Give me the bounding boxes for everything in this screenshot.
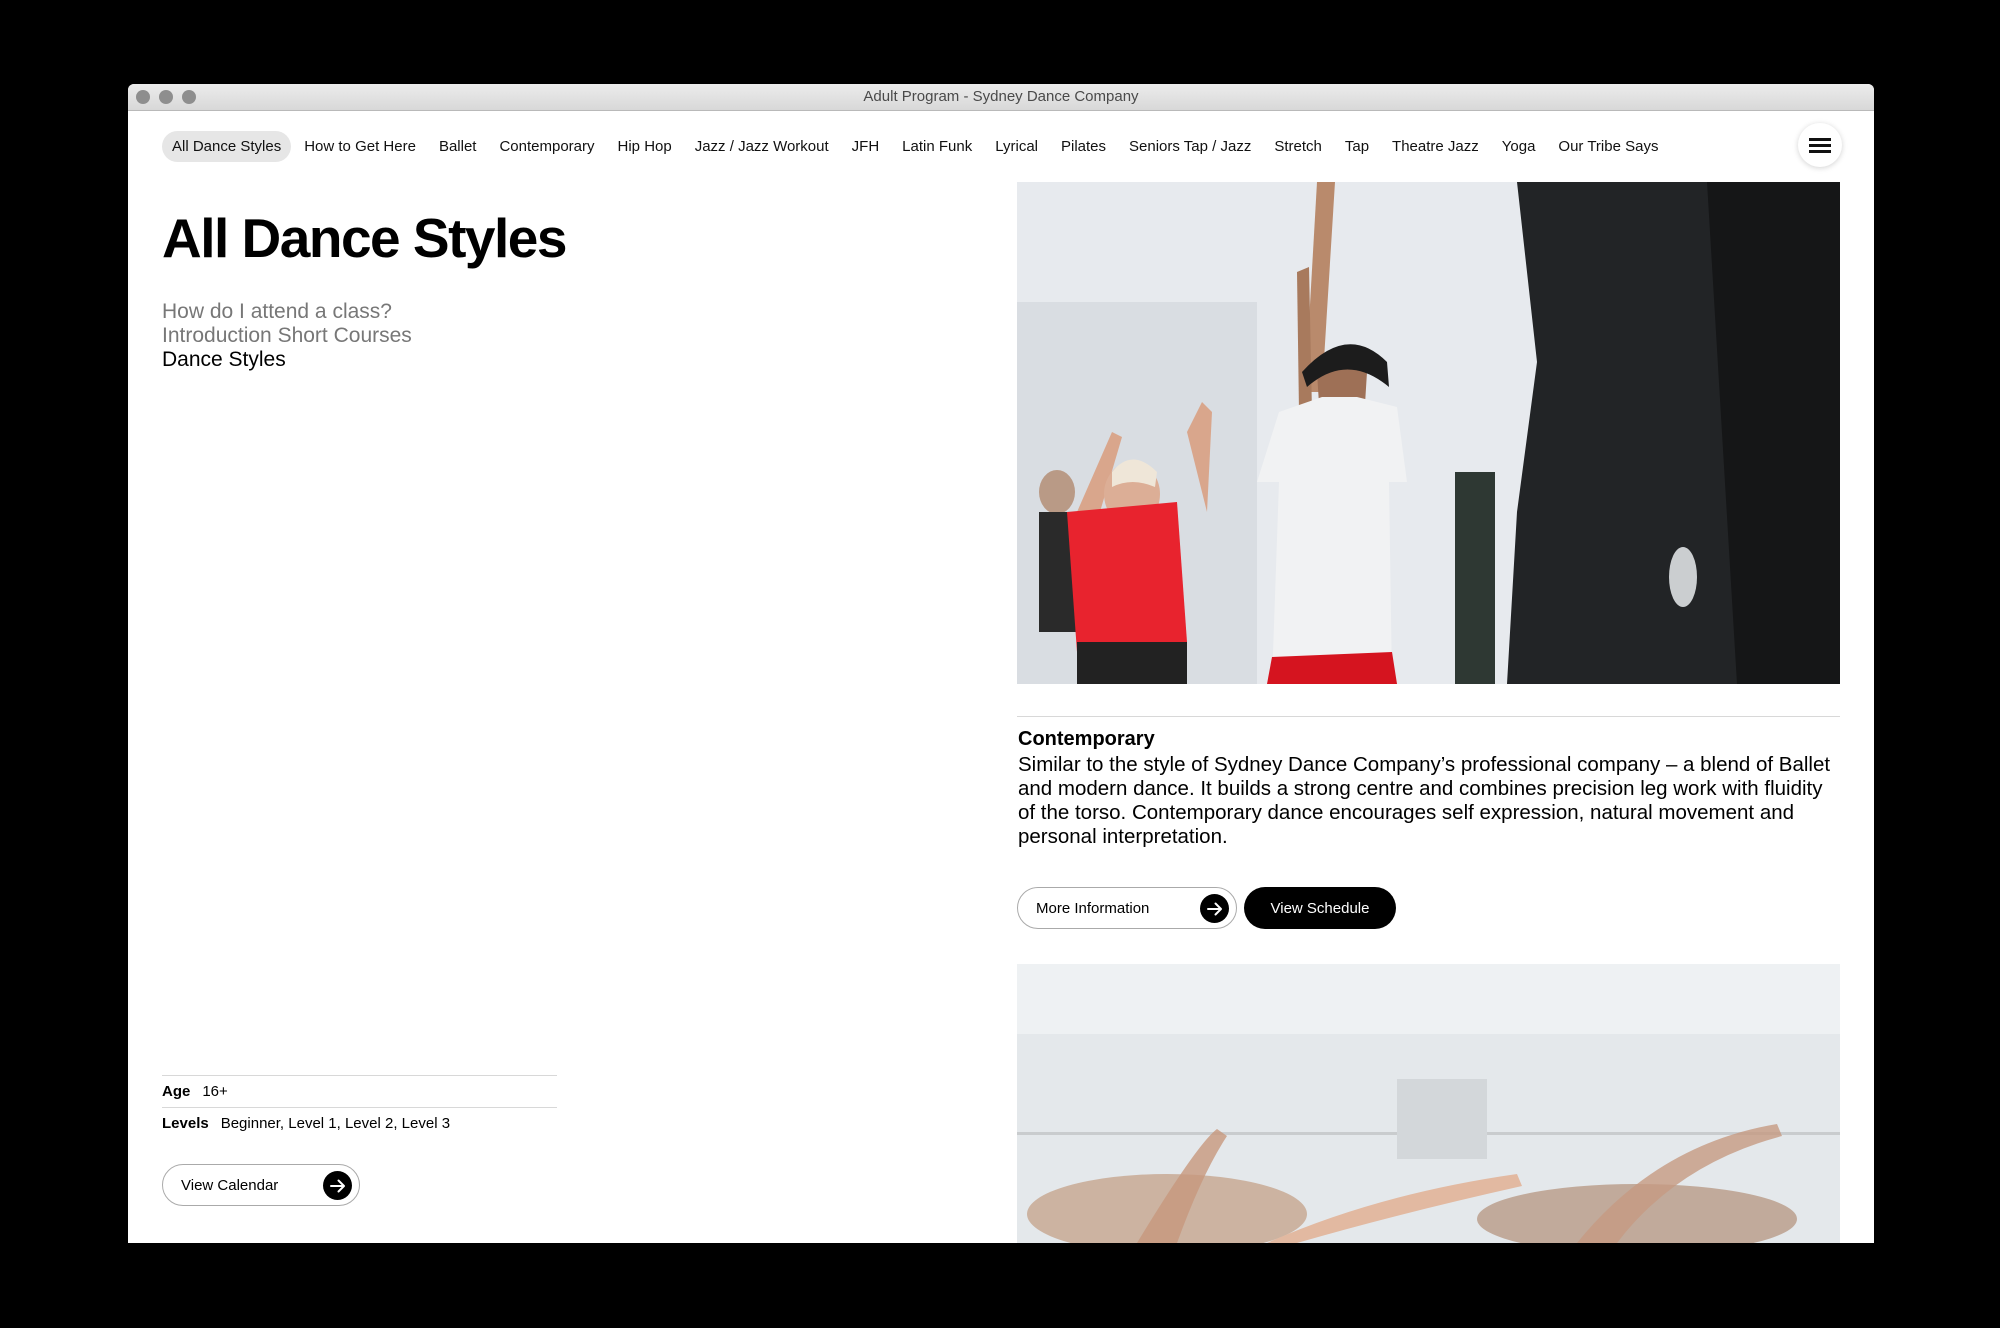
age-value: 16+: [202, 1083, 228, 1100]
more-information-label: More Information: [1036, 899, 1150, 917]
page-title: All Dance Styles: [162, 207, 567, 269]
nav-item-jazz[interactable]: Jazz / Jazz Workout: [685, 131, 839, 162]
nav-item-stretch[interactable]: Stretch: [1264, 131, 1332, 162]
age-row: Age 16+: [162, 1075, 557, 1107]
nav-item-all-dance-styles[interactable]: All Dance Styles: [162, 131, 292, 162]
nav-item-yoga[interactable]: Yoga: [1492, 131, 1546, 162]
section-divider: [1017, 716, 1840, 717]
style-heading: Contemporary: [1018, 728, 1155, 750]
view-calendar-label: View Calendar: [181, 1176, 279, 1194]
more-information-button[interactable]: More Information: [1017, 887, 1237, 929]
nav-item-jfh[interactable]: JFH: [842, 131, 890, 162]
nav-item-theatre-jazz[interactable]: Theatre Jazz: [1382, 131, 1489, 162]
section-subnav: How do I attend a class? Introduction Sh…: [162, 300, 412, 372]
nav-item-how-to-get-here[interactable]: How to Get Here: [294, 131, 426, 162]
arrow-right-icon: [1200, 894, 1229, 923]
levels-value: Beginner, Level 1, Level 2, Level 3: [220, 1115, 451, 1132]
subnav-item-dance-styles[interactable]: Dance Styles: [162, 348, 412, 372]
window-title: Adult Program - Sydney Dance Company: [863, 88, 1139, 105]
menu-button[interactable]: [1798, 123, 1842, 167]
nav-item-latin-funk[interactable]: Latin Funk: [892, 131, 982, 162]
arrow-right-icon: [323, 1171, 352, 1200]
nav-item-tap[interactable]: Tap: [1335, 131, 1379, 162]
nav-item-contemporary[interactable]: Contemporary: [489, 131, 604, 162]
nav-item-our-tribe-says[interactable]: Our Tribe Says: [1548, 131, 1668, 162]
subnav-item-attend-class[interactable]: How do I attend a class?: [162, 300, 412, 324]
subnav-item-short-courses[interactable]: Introduction Short Courses: [162, 324, 412, 348]
hamburger-icon: [1809, 138, 1831, 153]
browser-window: Adult Program - Sydney Dance Company All…: [128, 84, 1874, 1243]
levels-row: Levels Beginner, Level 1, Level 2, Level…: [162, 1107, 557, 1139]
dancers-illustration: [1017, 182, 1840, 684]
title-bar: Adult Program - Sydney Dance Company: [128, 84, 1874, 111]
class-meta: Age 16+ Levels Beginner, Level 1, Level …: [162, 1075, 557, 1139]
nav-item-seniors-tap-jazz[interactable]: Seniors Tap / Jazz: [1119, 131, 1261, 162]
style-nav: All Dance Styles How to Get Here Ballet …: [162, 131, 1671, 162]
nav-item-ballet[interactable]: Ballet: [429, 131, 487, 162]
nav-item-hip-hop[interactable]: Hip Hop: [608, 131, 682, 162]
nav-item-lyrical[interactable]: Lyrical: [985, 131, 1048, 162]
levels-label: Levels: [162, 1115, 209, 1132]
blurred-class-illustration: [1017, 964, 1840, 1243]
view-schedule-button[interactable]: View Schedule: [1244, 887, 1396, 929]
age-label: Age: [162, 1083, 191, 1100]
nav-item-pilates[interactable]: Pilates: [1051, 131, 1116, 162]
contemporary-class-photo: [1017, 182, 1840, 684]
style-description: Similar to the style of Sydney Dance Com…: [1018, 753, 1831, 848]
view-calendar-button[interactable]: View Calendar: [162, 1164, 360, 1206]
stretch-class-photo: [1017, 964, 1840, 1243]
